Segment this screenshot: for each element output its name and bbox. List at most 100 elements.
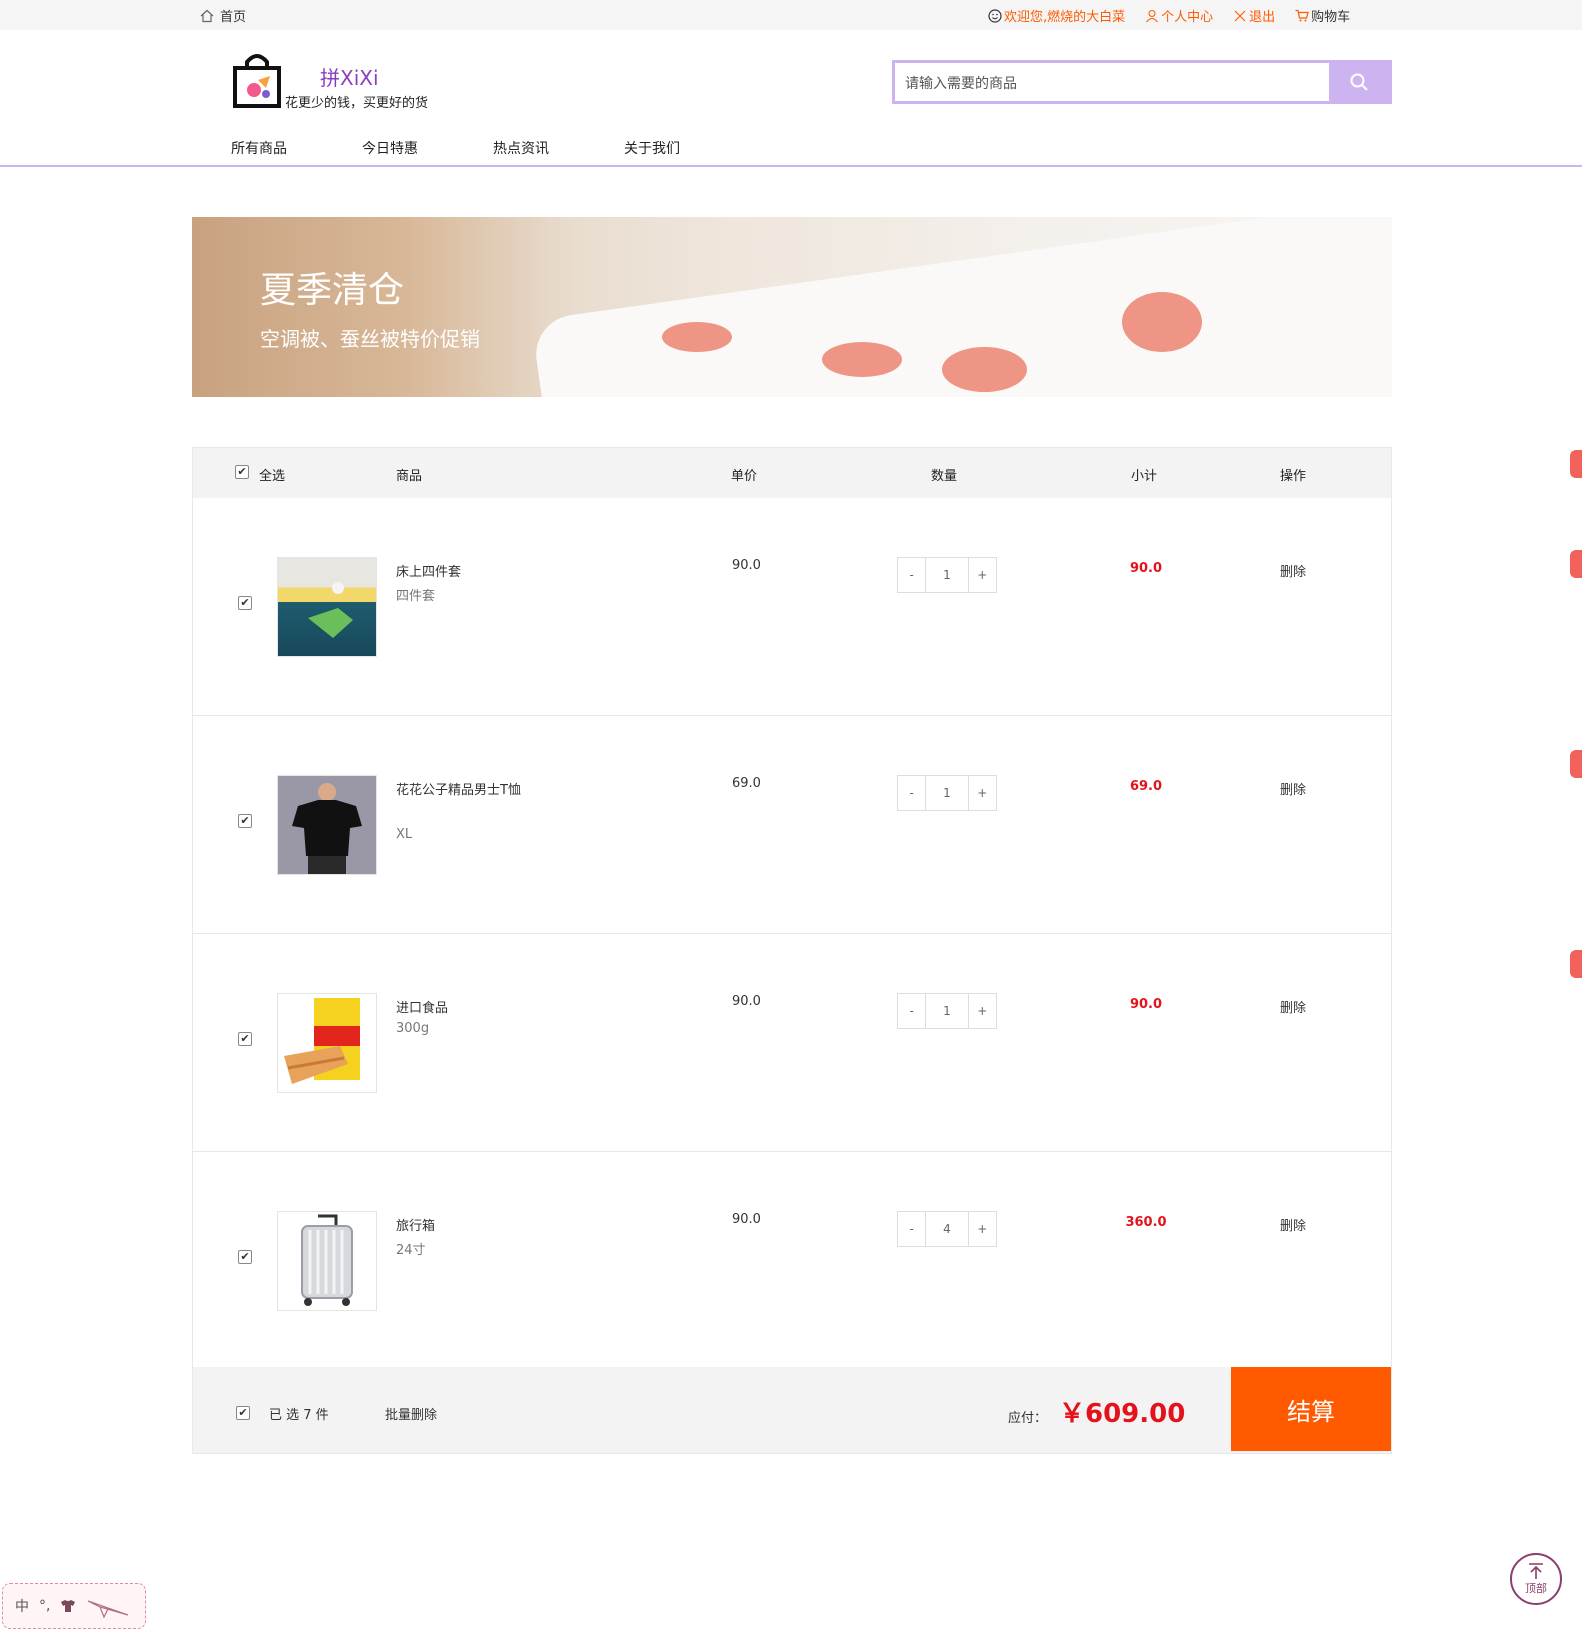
- cart-link[interactable]: 购物车: [1295, 6, 1350, 25]
- product-image-food[interactable]: [277, 993, 377, 1093]
- select-all-label: 全选: [259, 469, 286, 484]
- col-qty: 数量: [931, 469, 958, 484]
- cart-table: ✔ 全选 商品 单价 数量 小计 操作 ✔ 床上四件套 四件套 90.0 - 1…: [192, 447, 1392, 1454]
- product-name[interactable]: 床上四件套: [396, 561, 524, 585]
- qty-plus-button[interactable]: +: [969, 1212, 996, 1246]
- item-subtotal: 69.0: [1129, 779, 1163, 794]
- ime-toolbar[interactable]: 中 °,: [2, 1583, 146, 1629]
- home-link[interactable]: 首页: [200, 6, 246, 25]
- product-spec: 四件套: [396, 589, 436, 604]
- welcome-label: 欢迎您,燃烧的大白菜: [1004, 10, 1126, 25]
- qty-input[interactable]: 4: [925, 1212, 969, 1246]
- item-subtotal: 90.0: [1129, 561, 1163, 576]
- cart-label: 购物车: [1311, 10, 1351, 25]
- qty-minus-button[interactable]: -: [898, 776, 925, 810]
- quantity-stepper: - 1 +: [897, 775, 997, 811]
- header-divider: [0, 165, 1582, 167]
- banner-flamingo-pattern: [942, 347, 1027, 392]
- item-subtotal: 360.0: [1125, 1215, 1167, 1230]
- delete-button[interactable]: 删除: [1280, 561, 1306, 580]
- qty-input[interactable]: 1: [925, 776, 969, 810]
- select-all-checkbox[interactable]: ✔: [235, 465, 249, 479]
- qty-input[interactable]: 1: [925, 994, 969, 1028]
- promo-banner[interactable]: 夏季清仓 空调被、蚕丝被特价促销: [192, 217, 1392, 397]
- close-icon: [1234, 10, 1246, 21]
- item-checkbox[interactable]: ✔: [238, 814, 252, 828]
- product-image-suitcase[interactable]: [277, 1211, 377, 1311]
- nav-item-all-products[interactable]: 所有商品: [231, 138, 362, 158]
- nav-item-daily-deals[interactable]: 今日特惠: [362, 138, 493, 158]
- item-checkbox[interactable]: ✔: [238, 1032, 252, 1046]
- product-spec: 24寸: [396, 1243, 426, 1258]
- nav-item-hot-news[interactable]: 热点资讯: [493, 138, 624, 158]
- banner-title: 夏季清仓: [260, 270, 405, 311]
- search-icon: [1350, 73, 1368, 91]
- side-float-tab[interactable]: [1570, 950, 1582, 978]
- unit-price: 69.0: [732, 776, 761, 791]
- selected-count: 已 选 7 件: [269, 1408, 329, 1423]
- cart-footer: ✔ 已 选 7 件 批量删除 应付： ￥609.00 结算: [193, 1367, 1391, 1453]
- delete-button[interactable]: 删除: [1280, 997, 1306, 1016]
- item-checkbox[interactable]: ✔: [238, 596, 252, 610]
- col-subtotal: 小计: [1131, 469, 1158, 484]
- logout-link[interactable]: 退出: [1233, 6, 1275, 25]
- product-image-tshirt[interactable]: [277, 775, 377, 875]
- user-icon: [1146, 9, 1159, 22]
- home-label: 首页: [220, 10, 247, 25]
- col-price: 单价: [731, 469, 758, 484]
- ime-punct-label[interactable]: °,: [39, 1598, 50, 1614]
- qty-plus-button[interactable]: +: [969, 558, 996, 592]
- qty-minus-button[interactable]: -: [898, 558, 925, 592]
- shirt-icon[interactable]: [60, 1599, 76, 1613]
- table-row: ✔ 进口食品 300g 90.0 - 1 + 90.0 删除: [193, 934, 1391, 1152]
- banner-flamingo-pattern: [1122, 292, 1202, 352]
- welcome-text: 欢迎您,燃烧的大白菜: [988, 6, 1125, 25]
- banner-subtitle: 空调被、蚕丝被特价促销: [260, 327, 480, 351]
- bulk-delete-button[interactable]: 批量删除: [385, 1404, 437, 1423]
- search-button[interactable]: [1329, 60, 1389, 104]
- product-image-bedding[interactable]: [277, 557, 377, 657]
- product-spec: XL: [396, 827, 413, 842]
- item-checkbox[interactable]: ✔: [238, 1250, 252, 1264]
- checkout-button[interactable]: 结算: [1231, 1367, 1391, 1451]
- unit-price: 90.0: [732, 1212, 761, 1227]
- qty-minus-button[interactable]: -: [898, 1212, 925, 1246]
- col-product: 商品: [396, 469, 423, 484]
- total-amount: ￥609.00: [1059, 1399, 1186, 1429]
- qty-input[interactable]: 1: [925, 558, 969, 592]
- search-box: [892, 60, 1392, 104]
- back-to-top-button[interactable]: 顶部: [1510, 1553, 1562, 1605]
- product-spec: 300g: [396, 1021, 430, 1036]
- cart-icon: [1295, 9, 1309, 21]
- profile-link[interactable]: 个人中心: [1145, 6, 1213, 25]
- quantity-stepper: - 4 +: [897, 1211, 997, 1247]
- side-float-tab[interactable]: [1570, 750, 1582, 778]
- home-icon: [200, 9, 214, 22]
- brand-slogan: 花更少的钱，买更好的货: [285, 96, 429, 111]
- search-input[interactable]: [903, 63, 1317, 103]
- qty-minus-button[interactable]: -: [898, 994, 925, 1028]
- product-name[interactable]: 花花公子精品男士T恤: [396, 779, 524, 803]
- back-to-top-label: 顶部: [1525, 1582, 1547, 1595]
- qty-plus-button[interactable]: +: [969, 776, 996, 810]
- delete-button[interactable]: 删除: [1280, 779, 1306, 798]
- footer-select-all-checkbox[interactable]: ✔: [236, 1406, 250, 1420]
- logout-label: 退出: [1249, 10, 1276, 25]
- item-subtotal: 90.0: [1129, 997, 1163, 1012]
- unit-price: 90.0: [732, 558, 761, 573]
- product-name[interactable]: 进口食品: [396, 997, 524, 1021]
- logo[interactable]: [232, 54, 284, 110]
- quantity-stepper: - 1 +: [897, 557, 997, 593]
- side-float-tab[interactable]: [1570, 450, 1582, 478]
- nav-item-about-us[interactable]: 关于我们: [624, 138, 755, 158]
- profile-label: 个人中心: [1161, 10, 1214, 25]
- qty-plus-button[interactable]: +: [969, 994, 996, 1028]
- payable-label: 应付：: [1008, 1411, 1048, 1426]
- product-name[interactable]: 旅行箱: [396, 1215, 524, 1239]
- banner-flamingo-pattern: [662, 322, 732, 352]
- side-float-tab[interactable]: [1570, 550, 1582, 578]
- arrow-up-icon: [1529, 1563, 1543, 1579]
- main-nav: 所有商品 今日特惠 热点资讯 关于我们: [231, 138, 755, 158]
- delete-button[interactable]: 删除: [1280, 1215, 1306, 1234]
- ime-lang-label[interactable]: 中: [15, 1596, 29, 1616]
